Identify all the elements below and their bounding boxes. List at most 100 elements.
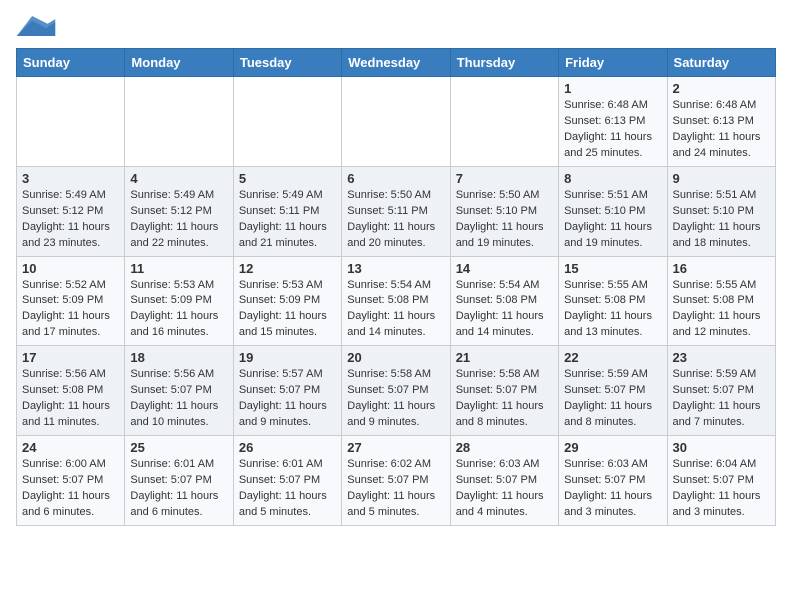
calendar-cell: 20 Sunrise: 5:58 AMSunset: 5:07 PMDayligh… (342, 346, 450, 436)
calendar-cell: 1 Sunrise: 6:48 AMSunset: 6:13 PMDaylight… (559, 77, 667, 167)
calendar-cell: 24 Sunrise: 6:00 AMSunset: 5:07 PMDayligh… (17, 436, 125, 526)
cell-content: Sunrise: 5:57 AMSunset: 5:07 PMDaylight:… (239, 367, 336, 431)
calendar-cell (450, 77, 558, 167)
calendar-week-row: 10 Sunrise: 5:52 AMSunset: 5:09 PMDayligh… (17, 256, 776, 346)
cell-content: Sunrise: 5:56 AMSunset: 5:08 PMDaylight:… (22, 367, 119, 431)
day-number: 27 (347, 440, 444, 455)
cell-content: Sunrise: 6:01 AMSunset: 5:07 PMDaylight:… (239, 457, 336, 521)
cell-content: Sunrise: 5:54 AMSunset: 5:08 PMDaylight:… (456, 278, 553, 342)
calendar-cell: 27 Sunrise: 6:02 AMSunset: 5:07 PMDayligh… (342, 436, 450, 526)
cell-content: Sunrise: 5:56 AMSunset: 5:07 PMDaylight:… (130, 367, 227, 431)
calendar-cell: 6Sunrise: 5:50 AMSunset: 5:11 PMDaylight… (342, 166, 450, 256)
day-number: 11 (130, 261, 227, 276)
day-number: 7 (456, 171, 553, 186)
calendar-cell: 7 Sunrise: 5:50 AMSunset: 5:10 PMDaylight… (450, 166, 558, 256)
day-number: 13 (347, 261, 444, 276)
day-number: 17 (22, 350, 119, 365)
day-number: 14 (456, 261, 553, 276)
cell-content: Sunrise: 5:51 AMSunset: 5:10 PMDaylight:… (673, 188, 770, 252)
day-number: 29 (564, 440, 661, 455)
weekday-header: Tuesday (233, 49, 341, 77)
calendar-header-row: SundayMondayTuesdayWednesdayThursdayFrid… (17, 49, 776, 77)
calendar-cell: 22 Sunrise: 5:59 AMSunset: 5:07 PMDayligh… (559, 346, 667, 436)
calendar-cell: 10 Sunrise: 5:52 AMSunset: 5:09 PMDayligh… (17, 256, 125, 346)
cell-content: Sunrise: 5:58 AMSunset: 5:07 PMDaylight:… (456, 367, 553, 431)
day-number: 4 (130, 171, 227, 186)
day-number: 26 (239, 440, 336, 455)
logo-icon (16, 16, 56, 36)
cell-content: Sunrise: 5:50 AMSunset: 5:10 PMDaylight:… (456, 188, 553, 252)
cell-content: Sunrise: 5:58 AMSunset: 5:07 PMDaylight:… (347, 367, 444, 431)
calendar-cell: 12Sunrise: 5:53 AMSunset: 5:09 PMDayligh… (233, 256, 341, 346)
calendar-cell (342, 77, 450, 167)
page-header (16, 16, 776, 38)
calendar-cell: 4 Sunrise: 5:49 AMSunset: 5:12 PMDaylight… (125, 166, 233, 256)
calendar-week-row: 17 Sunrise: 5:56 AMSunset: 5:08 PMDayligh… (17, 346, 776, 436)
weekday-header: Sunday (17, 49, 125, 77)
calendar-cell: 8 Sunrise: 5:51 AMSunset: 5:10 PMDaylight… (559, 166, 667, 256)
day-number: 30 (673, 440, 770, 455)
calendar-table: SundayMondayTuesdayWednesdayThursdayFrid… (16, 48, 776, 526)
weekday-header: Monday (125, 49, 233, 77)
cell-content: Sunrise: 5:49 AMSunset: 5:12 PMDaylight:… (130, 188, 227, 252)
day-number: 19 (239, 350, 336, 365)
calendar-cell: 30 Sunrise: 6:04 AMSunset: 5:07 PMDayligh… (667, 436, 775, 526)
cell-content: Sunrise: 5:59 AMSunset: 5:07 PMDaylight:… (673, 367, 770, 431)
calendar-cell: 3 Sunrise: 5:49 AMSunset: 5:12 PMDaylight… (17, 166, 125, 256)
day-number: 23 (673, 350, 770, 365)
cell-content: Sunrise: 6:48 AMSunset: 6:13 PMDaylight:… (564, 98, 661, 162)
cell-content: Sunrise: 5:53 AMSunset: 5:09 PMDaylight:… (130, 278, 227, 342)
weekday-header: Friday (559, 49, 667, 77)
day-number: 20 (347, 350, 444, 365)
weekday-header: Thursday (450, 49, 558, 77)
cell-content: Sunrise: 5:54 AMSunset: 5:08 PMDaylight:… (347, 278, 444, 342)
day-number: 3 (22, 171, 119, 186)
day-number: 12 (239, 261, 336, 276)
day-number: 16 (673, 261, 770, 276)
calendar-cell: 21 Sunrise: 5:58 AMSunset: 5:07 PMDayligh… (450, 346, 558, 436)
day-number: 15 (564, 261, 661, 276)
cell-content: Sunrise: 6:04 AMSunset: 5:07 PMDaylight:… (673, 457, 770, 521)
calendar-week-row: 1 Sunrise: 6:48 AMSunset: 6:13 PMDaylight… (17, 77, 776, 167)
calendar-cell: 13 Sunrise: 5:54 AMSunset: 5:08 PMDayligh… (342, 256, 450, 346)
cell-content: Sunrise: 5:59 AMSunset: 5:07 PMDaylight:… (564, 367, 661, 431)
cell-content: Sunrise: 6:48 AMSunset: 6:13 PMDaylight:… (673, 98, 770, 162)
cell-content: Sunrise: 6:00 AMSunset: 5:07 PMDaylight:… (22, 457, 119, 521)
calendar-cell (233, 77, 341, 167)
calendar-cell: 26 Sunrise: 6:01 AMSunset: 5:07 PMDayligh… (233, 436, 341, 526)
day-number: 18 (130, 350, 227, 365)
cell-content: Sunrise: 5:55 AMSunset: 5:08 PMDaylight:… (673, 278, 770, 342)
calendar-cell: 28 Sunrise: 6:03 AMSunset: 5:07 PMDayligh… (450, 436, 558, 526)
calendar-cell: 23 Sunrise: 5:59 AMSunset: 5:07 PMDayligh… (667, 346, 775, 436)
cell-content: Sunrise: 6:03 AMSunset: 5:07 PMDaylight:… (456, 457, 553, 521)
calendar-cell: 17 Sunrise: 5:56 AMSunset: 5:08 PMDayligh… (17, 346, 125, 436)
calendar-cell: 25Sunrise: 6:01 AMSunset: 5:07 PMDayligh… (125, 436, 233, 526)
calendar-cell (17, 77, 125, 167)
calendar-cell: 9Sunrise: 5:51 AMSunset: 5:10 PMDaylight… (667, 166, 775, 256)
cell-content: Sunrise: 5:50 AMSunset: 5:11 PMDaylight:… (347, 188, 444, 252)
calendar-week-row: 24 Sunrise: 6:00 AMSunset: 5:07 PMDayligh… (17, 436, 776, 526)
day-number: 25 (130, 440, 227, 455)
cell-content: Sunrise: 6:02 AMSunset: 5:07 PMDaylight:… (347, 457, 444, 521)
cell-content: Sunrise: 5:49 AMSunset: 5:11 PMDaylight:… (239, 188, 336, 252)
day-number: 28 (456, 440, 553, 455)
cell-content: Sunrise: 5:55 AMSunset: 5:08 PMDaylight:… (564, 278, 661, 342)
calendar-cell: 14 Sunrise: 5:54 AMSunset: 5:08 PMDayligh… (450, 256, 558, 346)
calendar-cell (125, 77, 233, 167)
cell-content: Sunrise: 5:49 AMSunset: 5:12 PMDaylight:… (22, 188, 119, 252)
day-number: 10 (22, 261, 119, 276)
day-number: 21 (456, 350, 553, 365)
day-number: 8 (564, 171, 661, 186)
cell-content: Sunrise: 5:52 AMSunset: 5:09 PMDaylight:… (22, 278, 119, 342)
weekday-header: Wednesday (342, 49, 450, 77)
day-number: 24 (22, 440, 119, 455)
day-number: 1 (564, 81, 661, 96)
calendar-cell: 11 Sunrise: 5:53 AMSunset: 5:09 PMDayligh… (125, 256, 233, 346)
calendar-cell: 29 Sunrise: 6:03 AMSunset: 5:07 PMDayligh… (559, 436, 667, 526)
calendar-cell: 16 Sunrise: 5:55 AMSunset: 5:08 PMDayligh… (667, 256, 775, 346)
calendar-cell: 15 Sunrise: 5:55 AMSunset: 5:08 PMDayligh… (559, 256, 667, 346)
cell-content: Sunrise: 6:03 AMSunset: 5:07 PMDaylight:… (564, 457, 661, 521)
calendar-cell: 5Sunrise: 5:49 AMSunset: 5:11 PMDaylight… (233, 166, 341, 256)
cell-content: Sunrise: 5:51 AMSunset: 5:10 PMDaylight:… (564, 188, 661, 252)
day-number: 22 (564, 350, 661, 365)
